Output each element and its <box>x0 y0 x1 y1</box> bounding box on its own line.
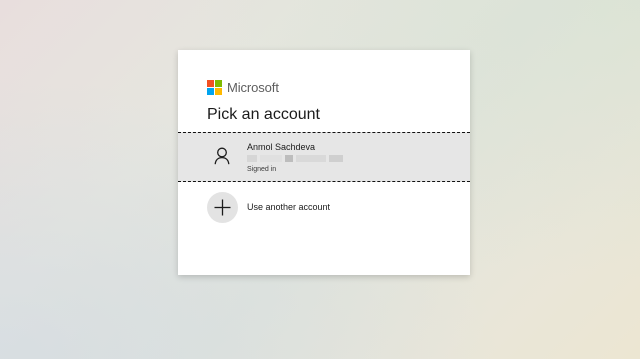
microsoft-brand: Microsoft <box>207 79 279 95</box>
person-icon <box>214 147 230 165</box>
page-title: Pick an account <box>207 106 320 123</box>
use-another-account-label: Use another account <box>247 202 331 212</box>
account-status: Signed in <box>247 166 277 173</box>
microsoft-logo-icon <box>207 79 222 95</box>
plus-icon <box>207 192 238 223</box>
use-another-account-button[interactable]: Use another account <box>178 190 470 226</box>
account-email-redacted <box>247 154 355 162</box>
account-tile[interactable]: Anmol Sachdeva Signed in <box>178 132 470 182</box>
account-picker-dialog: Microsoft Pick an account Anmol Sachdeva… <box>178 50 470 275</box>
brand-name: Microsoft <box>227 79 279 95</box>
account-name: Anmol Sachdeva <box>247 142 316 152</box>
